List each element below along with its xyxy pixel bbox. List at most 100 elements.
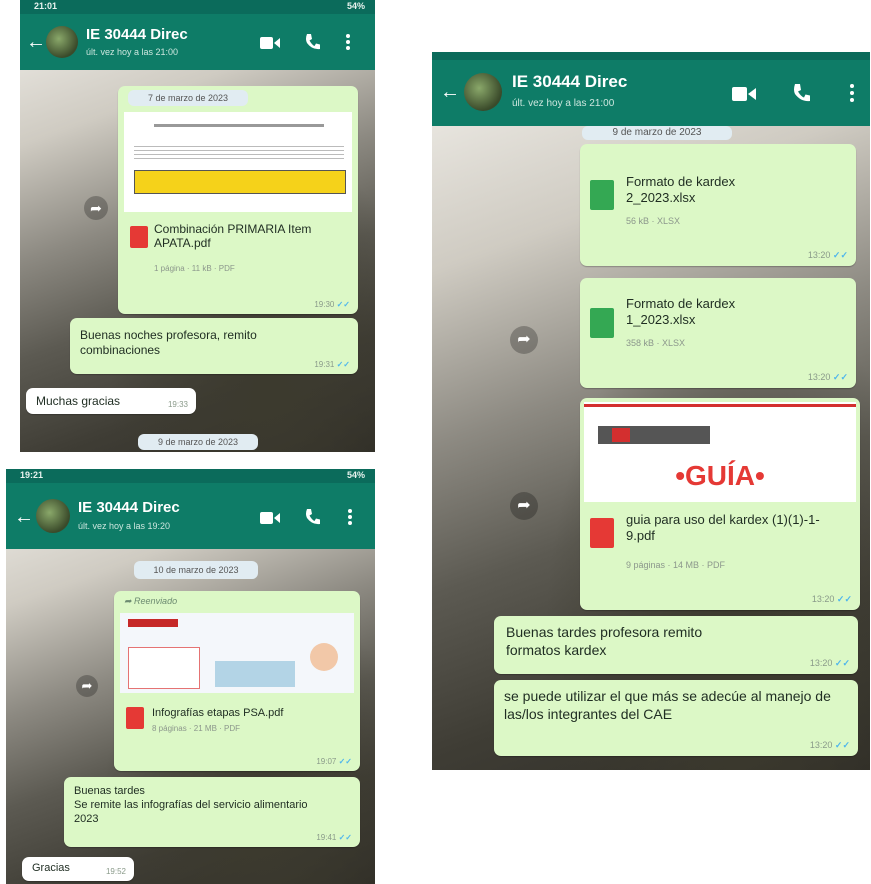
- text-message[interactable]: Buenas noches profesora, remito combinac…: [70, 318, 358, 374]
- message-text: Muchas gracias: [36, 394, 121, 408]
- video-call-icon[interactable]: [260, 511, 280, 530]
- date-divider: 9 de marzo de 2023: [582, 126, 732, 140]
- document-message[interactable]: ➦ Reenviado Infografías etapas PSA.pdf 8…: [114, 591, 360, 771]
- contact-avatar[interactable]: [36, 499, 70, 533]
- message-time: 13:20 ✓✓: [809, 658, 850, 668]
- date-divider: 7 de marzo de 2023: [128, 90, 248, 106]
- preview-building: [215, 661, 295, 687]
- guide-title: •GUÍA•: [675, 460, 765, 491]
- read-ticks-icon: ✓✓: [338, 833, 352, 842]
- phone-icon[interactable]: [792, 83, 810, 108]
- read-ticks-icon: ✓✓: [834, 740, 850, 750]
- battery-level: 54%: [346, 1, 365, 11]
- chat-screenshot-1: 21:01 54% ← IE 30444 Direc últ. vez hoy …: [20, 0, 375, 452]
- xlsx-icon: [590, 180, 614, 210]
- preview-logo-bar: [128, 619, 178, 627]
- message-text: Buenas noches profesora, remito combinac…: [80, 328, 257, 357]
- document-preview[interactable]: •GUÍA•: [584, 402, 856, 502]
- menu-icon[interactable]: [850, 84, 854, 107]
- last-seen: últ. vez hoy a las 21:00: [512, 98, 615, 109]
- status-bar: 19:21 54%: [6, 469, 375, 483]
- status-time: 19:21: [20, 470, 44, 480]
- read-ticks-icon: ✓✓: [336, 300, 350, 309]
- file-name: guia para uso del kardex (1)(1)-1-9.pdf: [626, 512, 820, 543]
- file-meta: 358 kB · XLSX: [626, 338, 686, 348]
- pdf-icon: [126, 707, 144, 729]
- message-time: 13:20 ✓✓: [807, 372, 848, 382]
- message-time: 19:07 ✓✓: [316, 757, 352, 766]
- message-text: Buenas tardes profesora remito formatos …: [506, 624, 703, 658]
- file-name: Formato de kardex 1_2023.xlsx: [626, 296, 736, 327]
- back-arrow-icon[interactable]: ←: [26, 32, 46, 52]
- message-time: 19:31 ✓✓: [314, 360, 350, 369]
- chat-screenshot-2: 19:21 54% ← IE 30444 Direc últ. vez hoy …: [6, 469, 375, 884]
- text-message[interactable]: Buenas tardes profesora remito formatos …: [494, 616, 858, 674]
- document-message[interactable]: Formato de kardex 2_2023.xlsx 56 kB · XL…: [580, 144, 856, 266]
- message-time: 19:30 ✓✓: [314, 300, 350, 309]
- date-divider: 10 de marzo de 2023: [134, 561, 258, 579]
- message-time: 13:20 ✓✓: [807, 250, 848, 260]
- message-time: 19:41 ✓✓: [316, 833, 352, 842]
- contact-name[interactable]: IE 30444 Direc: [86, 26, 188, 43]
- last-seen: últ. vez hoy a las 19:20: [78, 521, 171, 531]
- contact-name[interactable]: IE 30444 Direc: [512, 72, 627, 92]
- forward-icon[interactable]: ➦: [510, 492, 538, 520]
- back-arrow-icon[interactable]: ←: [14, 507, 34, 527]
- read-ticks-icon: ✓✓: [338, 757, 352, 766]
- contact-avatar[interactable]: [464, 73, 502, 111]
- incoming-message[interactable]: Gracias 19:52: [22, 857, 134, 881]
- phone-icon[interactable]: [304, 33, 320, 56]
- read-ticks-icon: ✓✓: [834, 658, 850, 668]
- message-time: 13:20 ✓✓: [811, 594, 852, 604]
- document-message[interactable]: Formato de kardex 1_2023.xlsx 358 kB · X…: [580, 278, 856, 388]
- read-ticks-icon: ✓✓: [336, 360, 350, 369]
- document-message[interactable]: •GUÍA• guia para uso del kardex (1)(1)-1…: [580, 398, 860, 610]
- date-divider: 9 de marzo de 2023: [138, 434, 258, 450]
- message-text-line1: Buenas tardes: [74, 785, 145, 797]
- message-time: 19:52: [105, 867, 126, 876]
- contact-name[interactable]: IE 30444 Direc: [78, 499, 180, 516]
- video-call-icon[interactable]: [732, 86, 756, 107]
- status-bar: 21:01 54%: [20, 0, 375, 14]
- preview-title-bar: [154, 124, 324, 127]
- phone-icon[interactable]: [304, 508, 320, 531]
- read-ticks-icon: ✓✓: [832, 250, 848, 260]
- chat-header: ← IE 30444 Direc últ. vez hoy a las 21:0…: [20, 14, 375, 70]
- incoming-message[interactable]: Muchas gracias 19:33: [26, 388, 196, 414]
- pdf-icon: [590, 518, 614, 548]
- document-message[interactable]: 7 de marzo de 2023 Combinación PRIMARIA …: [118, 86, 358, 314]
- message-text: Gracias: [32, 862, 70, 874]
- message-text: se puede utilizar el que más se adecúe a…: [504, 688, 831, 722]
- back-arrow-icon[interactable]: ←: [440, 82, 460, 102]
- status-bar: [432, 52, 870, 60]
- preview-yellow-table: [134, 170, 346, 194]
- last-seen: últ. vez hoy a las 21:00: [86, 47, 179, 57]
- forward-icon[interactable]: ➦: [76, 675, 98, 697]
- xlsx-icon: [590, 308, 614, 338]
- preview-logo-red: [612, 428, 630, 442]
- text-message[interactable]: se puede utilizar el que más se adecúe a…: [494, 680, 858, 756]
- contact-avatar[interactable]: [46, 26, 78, 58]
- forward-icon[interactable]: ➦: [510, 326, 538, 354]
- file-meta: 1 página · 11 kB · PDF: [154, 264, 235, 273]
- file-name: Infografías etapas PSA.pdf: [152, 707, 284, 719]
- read-ticks-icon: ✓✓: [832, 372, 848, 382]
- chat-screenshot-3: ← IE 30444 Direc últ. vez hoy a las 21:0…: [432, 52, 870, 770]
- forward-icon[interactable]: ➦: [84, 196, 108, 220]
- video-call-icon[interactable]: [260, 36, 280, 55]
- file-name: Formato de kardex 2_2023.xlsx: [626, 174, 736, 205]
- message-time: 19:33: [167, 400, 188, 409]
- preview-text-lines: [134, 146, 344, 160]
- forwarded-icon: ➦: [124, 596, 135, 606]
- file-meta: 9 páginas · 14 MB · PDF: [626, 560, 726, 570]
- preview-red-rule: [584, 404, 856, 407]
- preview-person: [310, 643, 338, 671]
- battery-level: 54%: [346, 470, 365, 480]
- menu-icon[interactable]: [348, 509, 352, 530]
- document-preview[interactable]: [124, 112, 352, 212]
- preview-red-box: [128, 647, 200, 689]
- document-preview[interactable]: [120, 613, 354, 693]
- read-ticks-icon: ✓✓: [836, 594, 852, 604]
- menu-icon[interactable]: [346, 34, 350, 55]
- text-message[interactable]: Buenas tardes Se remite las infografías …: [64, 777, 360, 847]
